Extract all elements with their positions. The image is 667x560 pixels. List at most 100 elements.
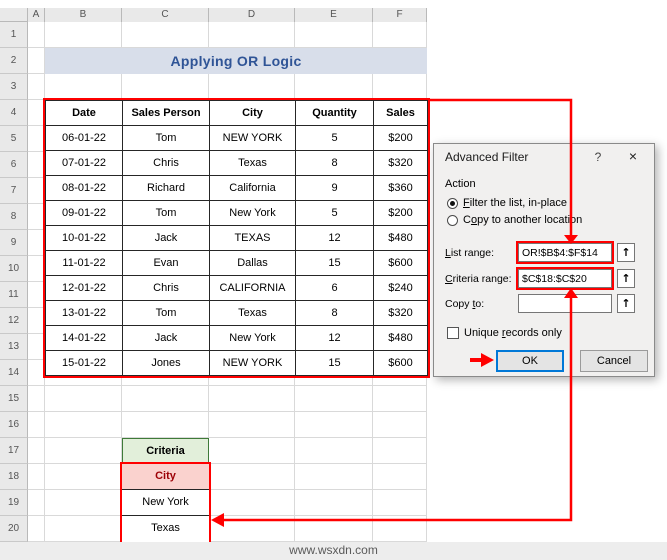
- unique-records-label[interactable]: Unique records only: [464, 327, 562, 339]
- close-icon[interactable]: ×: [622, 144, 644, 170]
- table-cell[interactable]: $480: [373, 225, 428, 251]
- criteria-header-cell[interactable]: City: [122, 464, 209, 490]
- row-header-4[interactable]: 4: [0, 100, 28, 126]
- row-header-13[interactable]: 13: [0, 334, 28, 360]
- title-cell[interactable]: Applying OR Logic: [45, 48, 427, 74]
- table-cell[interactable]: Evan: [122, 250, 210, 276]
- row-header-10[interactable]: 10: [0, 256, 28, 282]
- table-cell[interactable]: $360: [373, 175, 428, 201]
- table-cell[interactable]: Dallas: [209, 250, 296, 276]
- ok-button[interactable]: OK: [496, 350, 564, 372]
- table-cell[interactable]: Texas: [209, 150, 296, 176]
- row-header-8[interactable]: 8: [0, 204, 28, 230]
- row-header-19[interactable]: 19: [0, 490, 28, 516]
- row-header-16[interactable]: 16: [0, 412, 28, 438]
- table-cell[interactable]: 12: [295, 225, 374, 251]
- table-cell[interactable]: $320: [373, 300, 428, 326]
- row-header-11[interactable]: 11: [0, 282, 28, 308]
- table-cell[interactable]: 5: [295, 125, 374, 151]
- table-cell[interactable]: $320: [373, 150, 428, 176]
- table-cell[interactable]: Tom: [122, 125, 210, 151]
- table-cell[interactable]: Jones: [122, 350, 210, 376]
- table-cell[interactable]: 08-01-22: [45, 175, 123, 201]
- table-cell[interactable]: 5: [295, 200, 374, 226]
- table-header-cell[interactable]: Sales: [373, 100, 428, 126]
- table-cell[interactable]: Texas: [209, 300, 296, 326]
- table-cell[interactable]: 06-01-22: [45, 125, 123, 151]
- table-cell[interactable]: $240: [373, 275, 428, 301]
- table-cell[interactable]: CALIFORNIA: [209, 275, 296, 301]
- table-cell[interactable]: Jack: [122, 325, 210, 351]
- table-cell[interactable]: TEXAS: [209, 225, 296, 251]
- radio-filter-in-place[interactable]: Filter the list, in-place: [447, 196, 567, 210]
- table-cell[interactable]: Tom: [122, 300, 210, 326]
- table-header-cell[interactable]: Date: [45, 100, 123, 126]
- unique-records-checkbox[interactable]: [447, 327, 459, 339]
- table-header-cell[interactable]: City: [209, 100, 296, 126]
- table-cell[interactable]: $600: [373, 350, 428, 376]
- table-cell[interactable]: 14-01-22: [45, 325, 123, 351]
- table-cell[interactable]: 8: [295, 300, 374, 326]
- row-header-18[interactable]: 18: [0, 464, 28, 490]
- criteria-title-cell[interactable]: Criteria: [122, 438, 209, 464]
- list-range-input[interactable]: [516, 241, 614, 264]
- table-cell[interactable]: NEW YORK: [209, 350, 296, 376]
- table-cell[interactable]: 09-01-22: [45, 200, 123, 226]
- row-header-2[interactable]: 2: [0, 48, 28, 74]
- table-cell[interactable]: Tom: [122, 200, 210, 226]
- table-cell[interactable]: Chris: [122, 150, 210, 176]
- table-cell[interactable]: $200: [373, 200, 428, 226]
- copy-to-collapse-button[interactable]: ↑: [617, 294, 635, 313]
- radio-selected-icon[interactable]: [447, 197, 458, 209]
- table-cell[interactable]: 15-01-22: [45, 350, 123, 376]
- table-cell[interactable]: 10-01-22: [45, 225, 123, 251]
- table-cell[interactable]: Chris: [122, 275, 210, 301]
- table-cell[interactable]: $480: [373, 325, 428, 351]
- column-header-e[interactable]: E: [295, 8, 373, 22]
- table-cell[interactable]: $600: [373, 250, 428, 276]
- table-cell[interactable]: 12: [295, 325, 374, 351]
- column-header-c[interactable]: C: [122, 8, 209, 22]
- row-header-3[interactable]: 3: [0, 74, 28, 100]
- column-header-f[interactable]: F: [373, 8, 427, 22]
- table-cell[interactable]: 15: [295, 350, 374, 376]
- table-cell[interactable]: 15: [295, 250, 374, 276]
- row-header-9[interactable]: 9: [0, 230, 28, 256]
- table-cell[interactable]: New York: [209, 325, 296, 351]
- table-header-cell[interactable]: Sales Person: [122, 100, 210, 126]
- table-cell[interactable]: NEW YORK: [209, 125, 296, 151]
- table-cell[interactable]: 8: [295, 150, 374, 176]
- table-cell[interactable]: 12-01-22: [45, 275, 123, 301]
- row-header-15[interactable]: 15: [0, 386, 28, 412]
- criteria-range-collapse-button[interactable]: ↑: [617, 269, 635, 288]
- table-cell[interactable]: 11-01-22: [45, 250, 123, 276]
- table-cell[interactable]: 07-01-22: [45, 150, 123, 176]
- cancel-button[interactable]: Cancel: [580, 350, 648, 372]
- table-cell[interactable]: Jack: [122, 225, 210, 251]
- row-header-6[interactable]: 6: [0, 152, 28, 178]
- row-header-17[interactable]: 17: [0, 438, 28, 464]
- dialog-titlebar[interactable]: Advanced Filter ? ×: [434, 144, 654, 170]
- row-header-1[interactable]: 1: [0, 22, 28, 48]
- criteria-value-cell[interactable]: New York: [122, 490, 209, 516]
- row-header-7[interactable]: 7: [0, 178, 28, 204]
- radio-unselected-icon[interactable]: [447, 214, 458, 226]
- criteria-range-input[interactable]: [516, 267, 614, 290]
- list-range-collapse-button[interactable]: ↑: [617, 243, 635, 262]
- radio-copy-to-location[interactable]: Copy to another location: [447, 213, 582, 227]
- column-header-a[interactable]: A: [28, 8, 45, 22]
- criteria-value-cell[interactable]: Texas: [122, 516, 209, 542]
- row-header-5[interactable]: 5: [0, 126, 28, 152]
- table-cell[interactable]: California: [209, 175, 296, 201]
- table-cell[interactable]: Richard: [122, 175, 210, 201]
- row-header-20[interactable]: 20: [0, 516, 28, 542]
- help-icon[interactable]: ?: [588, 144, 608, 170]
- table-cell[interactable]: New York: [209, 200, 296, 226]
- table-header-cell[interactable]: Quantity: [295, 100, 374, 126]
- table-cell[interactable]: $200: [373, 125, 428, 151]
- copy-to-input[interactable]: [518, 294, 612, 313]
- row-header-12[interactable]: 12: [0, 308, 28, 334]
- radio-filter-in-place-label[interactable]: Filter the list, in-place: [463, 197, 567, 209]
- table-cell[interactable]: 6: [295, 275, 374, 301]
- radio-copy-to-location-label[interactable]: Copy to another location: [463, 214, 582, 226]
